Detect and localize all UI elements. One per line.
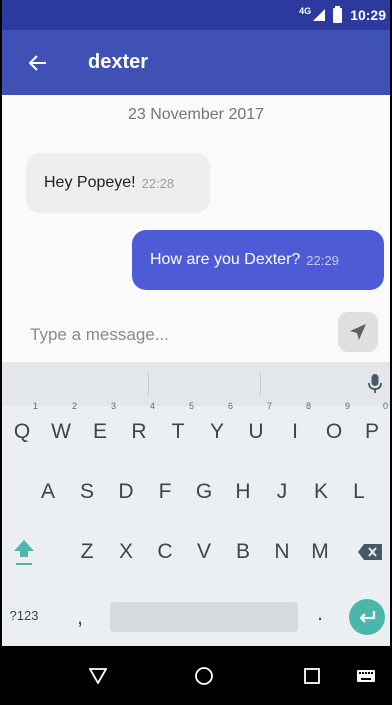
- keyboard-switch-button[interactable]: [346, 646, 386, 703]
- key-label: P: [364, 420, 379, 443]
- network-type: 4G: [299, 6, 312, 16]
- send-icon: [350, 324, 366, 340]
- key-hint: 3: [110, 401, 116, 411]
- nav-home-button[interactable]: [174, 646, 234, 703]
- key-hint: 6: [227, 401, 233, 411]
- space-key[interactable]: [110, 602, 298, 632]
- message-text: How are you Dexter?: [150, 251, 301, 268]
- backspace-icon: [358, 544, 382, 560]
- outgoing-message[interactable]: How are you Dexter? 22:29: [132, 230, 384, 290]
- key-label: Q: [13, 420, 31, 443]
- message-composer: [2, 310, 390, 360]
- key-i[interactable]: I8: [277, 402, 313, 454]
- signal-icon: [313, 9, 326, 21]
- battery-icon: [333, 5, 343, 23]
- key-label: U: [248, 420, 264, 443]
- key-v[interactable]: V: [186, 530, 222, 574]
- key-hint: 9: [344, 401, 350, 411]
- key-m[interactable]: M: [302, 530, 338, 574]
- backspace-key[interactable]: [352, 530, 388, 574]
- app-bar: dexter: [2, 30, 390, 95]
- status-time: 10:29: [350, 7, 386, 23]
- message-input[interactable]: [30, 320, 320, 350]
- key-e[interactable]: E3: [82, 402, 118, 454]
- comma-key[interactable]: ,: [68, 596, 92, 640]
- shift-key[interactable]: [6, 530, 42, 574]
- conversation-title: dexter: [88, 51, 149, 73]
- key-j[interactable]: J: [264, 470, 300, 514]
- key-z[interactable]: Z: [69, 530, 105, 574]
- key-h[interactable]: H: [225, 470, 261, 514]
- square-recents-icon: [304, 667, 320, 684]
- nav-recents-button[interactable]: [282, 646, 342, 703]
- key-hint: 8: [305, 401, 311, 411]
- key-b[interactable]: B: [225, 530, 261, 574]
- enter-key[interactable]: [349, 599, 385, 635]
- suggestion-divider: [148, 372, 149, 396]
- key-label: O: [325, 420, 343, 443]
- key-c[interactable]: C: [147, 530, 183, 574]
- key-label: E: [92, 420, 107, 443]
- nav-back-button[interactable]: [68, 646, 128, 703]
- key-label: T: [171, 420, 185, 443]
- suggestion-strip: [2, 362, 390, 406]
- key-o[interactable]: O9: [316, 402, 352, 454]
- microphone-icon: [368, 374, 382, 393]
- key-q[interactable]: Q1: [4, 402, 40, 454]
- key-k[interactable]: K: [303, 470, 339, 514]
- arrow-back-icon: [28, 54, 46, 71]
- key-label: I: [292, 420, 298, 443]
- message-text: Hey Popeye!: [44, 174, 136, 191]
- period-key[interactable]: .: [308, 592, 332, 636]
- voice-input-button[interactable]: [366, 372, 384, 401]
- key-hint: 1: [32, 401, 38, 411]
- enter-icon: [359, 611, 376, 623]
- shift-icon: [14, 540, 34, 565]
- key-w[interactable]: W2: [43, 402, 79, 454]
- message-time: 22:28: [141, 175, 175, 191]
- key-label: R: [131, 420, 147, 443]
- key-hint: 2: [71, 401, 77, 411]
- key-a[interactable]: A: [30, 470, 66, 514]
- back-button[interactable]: [2, 30, 58, 95]
- navigation-bar: [2, 646, 390, 703]
- date-separator: 23 November 2017: [127, 106, 265, 123]
- key-hint: 5: [188, 401, 194, 411]
- key-r[interactable]: R4: [121, 402, 157, 454]
- key-l[interactable]: L: [341, 470, 377, 514]
- key-hint: 0: [382, 401, 388, 411]
- incoming-message[interactable]: Hey Popeye! 22:28: [26, 153, 210, 213]
- key-d[interactable]: D: [108, 470, 144, 514]
- phone-screen: 4G 10:29 dexter 23 November 2017 Hey Pop…: [0, 0, 392, 705]
- key-t[interactable]: T5: [160, 402, 196, 454]
- key-s[interactable]: S: [69, 470, 105, 514]
- key-p[interactable]: P0: [354, 402, 390, 454]
- key-y[interactable]: Y6: [199, 402, 235, 454]
- circle-home-icon: [195, 666, 213, 685]
- key-x[interactable]: X: [108, 530, 144, 574]
- key-label: W: [51, 420, 71, 443]
- keyboard-icon: [357, 669, 375, 682]
- key-g[interactable]: G: [186, 470, 222, 514]
- symbols-key[interactable]: ?123: [4, 594, 44, 638]
- send-button[interactable]: [338, 312, 378, 352]
- key-u[interactable]: U7: [238, 402, 274, 454]
- message-time: 22:29: [306, 252, 339, 268]
- key-label: Y: [209, 420, 224, 443]
- soft-keyboard: Q1 W2 E3 R4 T5 Y6 U7 I8 O9 P0 A S D F G …: [2, 362, 390, 646]
- triangle-back-icon: [89, 667, 107, 684]
- key-hint: 7: [266, 401, 272, 411]
- key-n[interactable]: N: [264, 530, 300, 574]
- suggestion-divider: [260, 372, 261, 396]
- status-bar: 4G 10:29: [2, 0, 390, 30]
- key-hint: 4: [149, 401, 155, 411]
- key-f[interactable]: F: [147, 470, 183, 514]
